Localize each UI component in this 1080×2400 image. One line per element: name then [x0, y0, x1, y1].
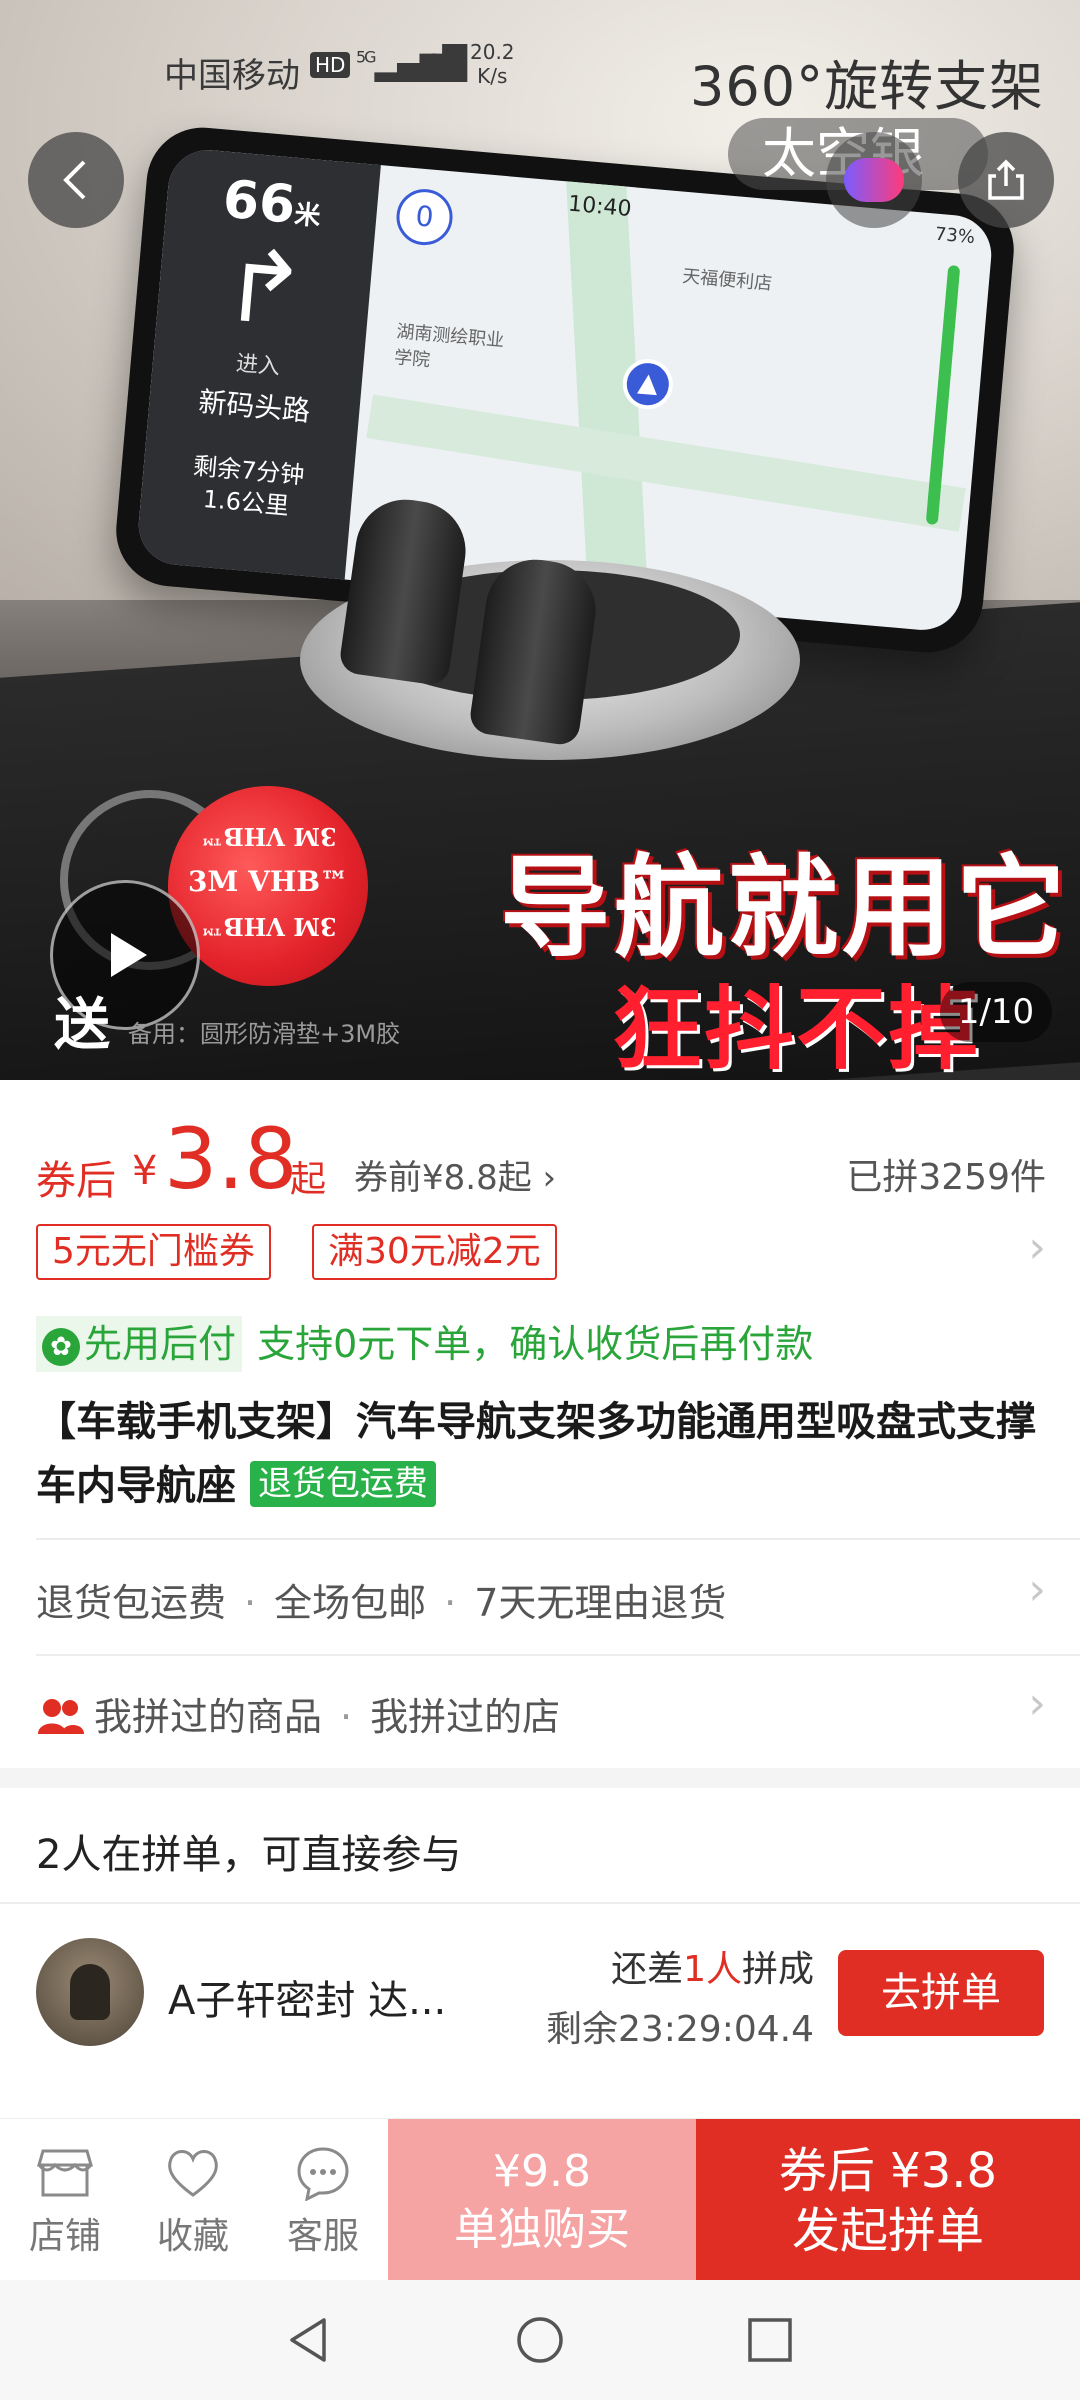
group-leader-name: A子轩密封 达...	[168, 1978, 447, 2024]
price-value: 3.8	[164, 1110, 298, 1208]
system-navigation-bar	[0, 2280, 1080, 2400]
avatar	[36, 1938, 144, 2046]
section-gap	[0, 1768, 1080, 1788]
coupon-tag[interactable]: 满30元减2元	[312, 1224, 557, 1280]
nav-home-icon[interactable]	[514, 2314, 566, 2366]
price-row: 券后 ¥ 3.8 起 券前¥8.8起 › 已拼3259件	[36, 1110, 1046, 1210]
chevron-right-icon: ›	[542, 1158, 557, 1198]
history-item: 我拼过的商品	[94, 1695, 323, 1739]
share-icon	[988, 159, 1024, 200]
wifi-icon: ◠	[420, 44, 448, 82]
coupon-tag[interactable]: 5元无门槛券	[36, 1224, 271, 1280]
coupon-row[interactable]: 5元无门槛券 满30元减2元 ›	[36, 1222, 1046, 1280]
single-price: ¥9.8	[493, 2146, 591, 2197]
purchase-history-row[interactable]: 我拼过的商品 · 我拼过的店 ›	[36, 1678, 1046, 1741]
pay-later-desc: 支持0元下单，确认收货后再付款	[257, 1322, 814, 1366]
sold-count: 已拼3259件	[846, 1157, 1046, 1198]
group-label: 发起拼单	[791, 2203, 984, 2259]
pay-later-badge: ✿ 先用后付	[36, 1316, 243, 1372]
customer-service-button[interactable]: 客服	[258, 2145, 388, 2259]
image-counter: 1/10	[940, 982, 1052, 1042]
signal-icon: 5G▂▄▆█	[356, 44, 467, 82]
group-buy-heading: 2人在拼单，可直接参与	[36, 1832, 462, 1878]
service-guarantees-row[interactable]: 退货包运费 · 全场包邮 · 7天无理由退货 ›	[36, 1564, 1046, 1627]
return-shipping-badge: 退货包运费	[249, 1461, 436, 1507]
map-poi: 天福便利店	[681, 265, 773, 295]
product-title-text: 【车载手机支架】汽车导航支架多功能通用型吸盘式支撑车内导航座	[36, 1399, 1036, 1509]
pay-later-label: 先用后付	[84, 1322, 237, 1366]
gift-label: 送	[54, 993, 110, 1058]
live-button[interactable]	[826, 132, 922, 228]
service-item: 7天无理由退货	[474, 1581, 727, 1625]
nav-distance-unit: 米	[293, 199, 322, 232]
shop-label: 店铺	[28, 2216, 101, 2257]
favorite-label: 收藏	[156, 2216, 229, 2257]
live-icon	[844, 158, 904, 202]
price-suffix: 起	[290, 1159, 327, 1200]
shop-button[interactable]: 店铺	[0, 2145, 130, 2259]
join-group-button[interactable]: 去拼单	[838, 1950, 1044, 2036]
group-need-text: 还差1人拼成	[611, 1949, 814, 1990]
network-speed-unit: K/s	[477, 64, 508, 88]
single-label: 单独购买	[454, 2204, 630, 2255]
divider	[36, 1538, 1080, 1540]
chevron-right-icon: ›	[1028, 1564, 1046, 1615]
sticker-text: 3M VHB™	[187, 865, 349, 898]
history-item: 我拼过的店	[370, 1695, 561, 1739]
favorite-button[interactable]: 收藏	[128, 2145, 258, 2259]
slogan-sub: 狂抖不掉	[612, 977, 980, 1080]
chevron-left-icon	[63, 160, 86, 200]
sticker-text: 3M VHB™	[199, 822, 337, 851]
back-button[interactable]	[28, 132, 124, 228]
pay-later-row[interactable]: ✿ 先用后付 支持0元下单，确认收货后再付款	[36, 1316, 813, 1372]
original-price-link[interactable]: 券前¥8.8起 ›	[354, 1150, 556, 1199]
product-title: 【车载手机支架】汽车导航支架多功能通用型吸盘式支撑车内导航座 退货包运费	[36, 1390, 1046, 1518]
nav-recents-icon[interactable]	[744, 2314, 796, 2366]
service-item: 全场包邮	[274, 1581, 427, 1625]
map-poi: 湖南测绘职业学院	[393, 321, 505, 372]
price-prefix: 券后	[36, 1158, 116, 1204]
group-time-left: 剩余23:29:04.4	[545, 2009, 814, 2050]
nav-back-icon[interactable]	[284, 2314, 336, 2366]
chat-icon	[297, 2147, 349, 2201]
nav-instruction-card: 66米 ↱ 进入 新码头路 剩余7分钟 1.6公里	[135, 146, 381, 584]
bottom-action-bar: 店铺 收藏 客服 ¥9.8 单独购买 券后 ¥3.8 发起拼单	[0, 2118, 1080, 2281]
slogan-main: 导航就用它	[500, 844, 1070, 972]
service-label: 客服	[286, 2216, 359, 2257]
group-need-count: 1人	[683, 1949, 742, 1990]
turn-right-icon: ↱	[217, 226, 312, 350]
service-item: 退货包运费	[36, 1581, 227, 1625]
original-price: 券前¥8.8起	[354, 1158, 532, 1198]
map-battery: 73%	[934, 223, 976, 249]
price-currency: ¥	[132, 1148, 158, 1194]
start-group-buy-button[interactable]: 券后 ¥3.8 发起拼单	[696, 2119, 1080, 2281]
heart-icon	[168, 2150, 218, 2197]
speedometer: 0	[394, 186, 455, 248]
image-overlay-title: 360°旋转支架	[690, 55, 1045, 118]
nav-road-name: 新码头路	[197, 385, 312, 428]
group-buy-item: A子轩密封 达... 还差1人拼成 剩余23:29:04.4 去拼单	[0, 1904, 1080, 2084]
carrier-name: 中国移动	[164, 56, 300, 96]
divider	[36, 1654, 1080, 1656]
hd-badge: HD	[310, 52, 351, 78]
network-type: 5G	[356, 47, 377, 67]
leaf-icon: ✿	[42, 1327, 80, 1366]
group-price: 券后 ¥3.8	[778, 2143, 998, 2199]
gift-note: 备用：圆形防滑垫+3M胶	[128, 1020, 401, 1048]
people-icon	[38, 1699, 84, 1734]
sticker-text: 3M VHB™	[199, 912, 337, 941]
buy-alone-button[interactable]: ¥9.8 单独购买	[388, 2119, 696, 2281]
share-button[interactable]	[958, 132, 1054, 228]
network-speed: 20.2 K/s	[470, 40, 515, 88]
product-image-carousel[interactable]: 66米 ↱ 进入 新码头路 剩余7分钟 1.6公里 0 10:40 73% 天福…	[0, 0, 1080, 1080]
network-speed-value: 20.2	[470, 40, 515, 64]
store-icon	[37, 2149, 93, 2197]
chevron-right-icon: ›	[1028, 1222, 1046, 1273]
play-icon	[111, 933, 147, 977]
map-road	[366, 394, 966, 532]
chevron-right-icon: ›	[1028, 1678, 1046, 1729]
